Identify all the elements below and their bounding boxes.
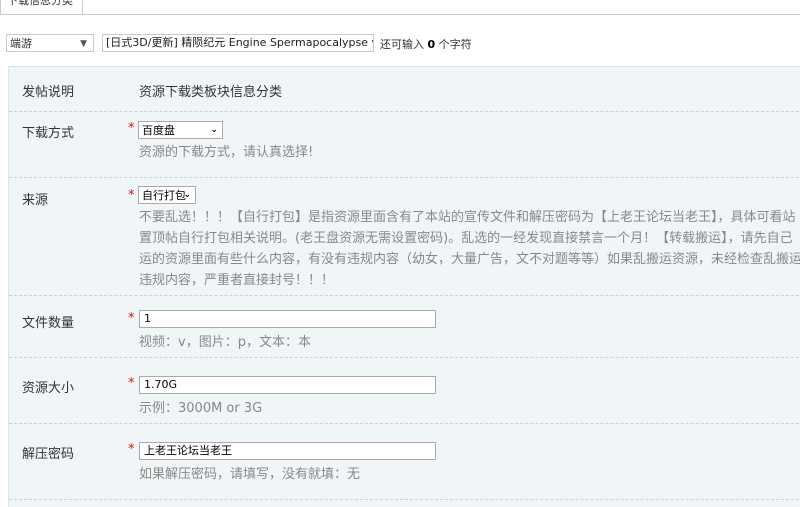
file-count-label: 文件数量 <box>22 316 75 331</box>
type-select-value: 端游 <box>10 37 32 50</box>
form-row-size: 资源大小 * 1.70G 示例：3000M or 3G <box>9 357 800 424</box>
password-label: 解压密码 <box>22 447 75 462</box>
chevron-down-icon: ⌄ <box>183 190 191 200</box>
download-method-value: 百度盘 <box>142 124 175 137</box>
size-label: 资源大小 <box>22 381 75 396</box>
char-hint-count: 0 <box>427 38 436 51</box>
source-value: 自行打包 <box>142 189 186 202</box>
tab-bar: 下载信息分类 <box>0 0 800 15</box>
source-label: 来源 <box>22 193 49 208</box>
type-select[interactable]: 端游 ▼ <box>6 34 94 52</box>
intro-label: 发帖说明 <box>22 85 75 100</box>
intro-value: 资源下载类板块信息分类 <box>139 85 283 100</box>
source-desc-line-1: 不要乱选！！！【自行打包】是指资源里面含有了本站的宣传文件和解压密码为【上老王论… <box>139 210 796 225</box>
required-mark: * <box>128 311 135 326</box>
source-desc-line-3: 运的资源里面有些什么内容，有没有违规内容（幼女，大量广告，文不对题等等）如果乱搬… <box>139 252 800 267</box>
tab-download-info[interactable]: 下载信息分类 <box>0 0 83 14</box>
password-input[interactable]: 上老王论坛当老王 <box>139 442 436 460</box>
password-desc: 如果解压密码，请填写，没有就填：无 <box>139 467 361 482</box>
download-label: 下载方式 <box>22 126 75 141</box>
subject-input[interactable]: [日式3D/更新] 精陨纪元 Engine Spermapocalypse v1… <box>102 34 374 52</box>
chevron-down-icon: ⌄ <box>210 125 218 135</box>
file-count-input[interactable]: 1 <box>139 310 436 328</box>
required-mark: * <box>128 442 135 457</box>
source-desc-line-4: 违规内容，严重者直接封号！！！ <box>139 273 335 288</box>
char-count-hint: 还可输入 0 个字符 <box>380 36 472 52</box>
required-mark: * <box>128 121 135 136</box>
form-row-intro: 发帖说明 资源下载类板块信息分类 <box>9 67 800 112</box>
form-panel: 发帖说明 资源下载类板块信息分类 下载方式 * 百度盘 ⌄ 资源的下载方式，请认… <box>8 66 800 507</box>
source-select[interactable]: 自行打包 ⌄ <box>138 186 196 204</box>
required-mark: * <box>128 376 135 391</box>
form-row-source: 来源 * 自行打包 ⌄ 不要乱选！！！【自行打包】是指资源里面含有了本站的宣传文… <box>9 177 800 296</box>
char-hint-prefix: 还可输入 <box>380 38 424 51</box>
download-method-select[interactable]: 百度盘 ⌄ <box>138 121 223 139</box>
char-hint-suffix: 个字符 <box>438 38 472 51</box>
source-desc-line-2: 置顶帖自行打包相关说明。(老王盘资源无需设置密码)。乱选的一经发现直接禁言一个月… <box>139 231 793 246</box>
form-row-file-count: 文件数量 * 1 视频：v，图片：p，文本：本 <box>9 295 800 358</box>
file-count-desc: 视频：v，图片：p，文本：本 <box>139 335 311 350</box>
size-input[interactable]: 1.70G <box>139 376 436 394</box>
download-desc: 资源的下载方式，请认真选择! <box>139 145 314 160</box>
form-row-password: 解压密码 * 上老王论坛当老王 如果解压密码，请填写，没有就填：无 <box>9 423 800 500</box>
required-mark: * <box>128 188 135 203</box>
form-row-download: 下载方式 * 百度盘 ⌄ 资源的下载方式，请认真选择! <box>9 111 800 178</box>
size-desc: 示例：3000M or 3G <box>139 401 263 416</box>
chevron-down-icon: ▼ <box>80 39 87 49</box>
